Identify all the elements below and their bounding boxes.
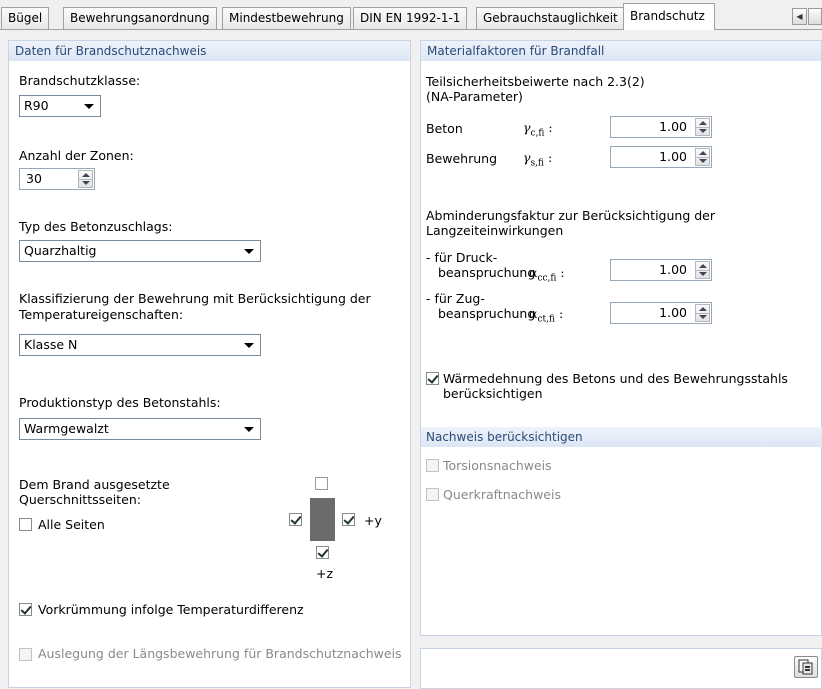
alpha-ct-symbol: αct,fi :: [529, 306, 564, 325]
cross-section-block: [310, 498, 335, 541]
gamma-s-symbol: γs,fi :: [523, 150, 553, 169]
axis-z-label: +z: [316, 566, 334, 581]
tab-din-en-1992[interactable]: DIN EN 1992-1-1: [353, 7, 468, 29]
tab-brandschutz[interactable]: Brandschutz: [623, 3, 715, 30]
chevron-down-icon: [244, 427, 254, 432]
tension-label-1: - für Zug-: [426, 291, 485, 306]
thermal-checkbox[interactable]: [426, 372, 439, 385]
alpha-cc-input[interactable]: 1.00: [610, 259, 712, 281]
reinf-class-value: Klasse N: [24, 337, 78, 352]
thermal-label-1: Wärmedehnung des Betons und des Bewehrun…: [443, 371, 788, 386]
side-right-checkbox[interactable]: [342, 513, 355, 526]
tension-label-2: beanspruchung: [438, 306, 536, 321]
reduction-label-1: Abminderungsfaktur zur Berücksichtigung …: [426, 208, 715, 223]
tab-scroll-left-icon[interactable]: ◀: [792, 8, 807, 25]
design-checkbox[interactable]: [19, 648, 32, 661]
production-value: Warmgewalzt: [24, 421, 109, 436]
design-label: Auslegung der Längsbewehrung für Brandsc…: [38, 646, 402, 661]
exposed-label-1: Dem Brand ausgesetzte: [19, 477, 170, 492]
panel-fire-data: Daten für Brandschutznachweis: [8, 40, 411, 688]
aggregate-value: Quarzhaltig: [24, 243, 97, 258]
spin-buttons-icon[interactable]: [695, 118, 710, 136]
tab-buegel[interactable]: Bügel: [1, 7, 50, 29]
compression-label-2: beanspruchung: [438, 265, 536, 280]
curvature-checkbox[interactable]: [19, 603, 32, 616]
side-top-checkbox[interactable]: [315, 477, 328, 490]
reinf-class-select[interactable]: Klasse N: [19, 334, 261, 356]
fire-class-select[interactable]: R90: [19, 95, 101, 117]
panel-material-factors-header: Materialfaktoren für Brandfall: [421, 41, 821, 61]
chevron-down-icon: [244, 249, 254, 254]
checks-header: Nachweis berücksichtigen: [421, 427, 822, 447]
production-label: Produktionstyp des Betonstahls:: [19, 395, 221, 410]
tab-mindestbewehrung[interactable]: Mindestbewehrung: [222, 7, 351, 29]
shear-label: Querkraftnachweis: [443, 487, 561, 502]
alpha-ct-value: 1.00: [659, 305, 687, 320]
zones-value: 30: [26, 171, 42, 186]
tab-bewehrungsanordnung[interactable]: Bewehrungsanordnung: [63, 7, 217, 29]
reduction-label-2: Langzeiteinwirkungen: [426, 223, 564, 238]
gamma-c-value: 1.00: [659, 119, 687, 134]
exposed-label-2: Querschnittsseiten:: [19, 492, 142, 507]
reinf-class-label-1: Klassifizierung der Bewehrung mit Berück…: [19, 291, 371, 306]
alpha-cc-value: 1.00: [659, 262, 687, 277]
tab-scroll-right-icon[interactable]: [808, 8, 822, 25]
zones-stepper[interactable]: 30: [19, 168, 95, 190]
reinf-label: Bewehrung: [426, 151, 498, 166]
aggregate-select[interactable]: Quarzhaltig: [19, 240, 261, 262]
safety-label-2: (NA-Parameter): [426, 89, 523, 104]
compression-label-1: - für Druck-: [426, 250, 498, 265]
spin-buttons-icon[interactable]: [695, 148, 710, 166]
safety-label-1: Teilsicherheitsbeiwerte nach 2.3(2): [426, 74, 645, 89]
torsion-label: Torsionsnachweis: [443, 458, 552, 473]
spin-buttons-icon[interactable]: [78, 170, 93, 188]
all-sides-checkbox[interactable]: [19, 518, 32, 531]
spin-buttons-icon[interactable]: [695, 261, 710, 279]
all-sides-label: Alle Seiten: [38, 517, 105, 532]
axis-y-label: +y: [364, 513, 382, 528]
gamma-c-symbol: γc,fi :: [523, 120, 553, 139]
gamma-c-input[interactable]: 1.00: [610, 116, 712, 138]
spin-buttons-icon[interactable]: [695, 304, 710, 322]
production-select[interactable]: Warmgewalzt: [19, 418, 261, 440]
gamma-s-value: 1.00: [659, 149, 687, 164]
thermal-label-2: berücksichtigen: [443, 386, 543, 401]
chevron-down-icon: [84, 104, 94, 109]
tab-gebrauchstauglichkeit[interactable]: Gebrauchstauglichkeit: [476, 7, 625, 29]
alpha-cc-symbol: αcc,fi :: [529, 265, 565, 284]
fire-class-value: R90: [24, 98, 49, 113]
curvature-label: Vorkrümmung infolge Temperaturdifferenz: [38, 602, 304, 617]
shear-checkbox[interactable]: [426, 488, 439, 501]
side-bottom-checkbox[interactable]: [316, 546, 329, 559]
concrete-label: Beton: [426, 121, 463, 136]
gamma-s-input[interactable]: 1.00: [610, 146, 712, 168]
chevron-down-icon: [244, 343, 254, 348]
side-left-checkbox[interactable]: [289, 513, 302, 526]
bottom-toolbar: [420, 648, 822, 689]
alpha-ct-input[interactable]: 1.00: [610, 302, 712, 324]
torsion-checkbox[interactable]: [426, 459, 439, 472]
reinf-class-label-2: Temperatureigenschaften:: [19, 307, 184, 322]
panel-fire-data-header: Daten für Brandschutznachweis: [9, 41, 410, 61]
aggregate-label: Typ des Betonzuschlags:: [19, 219, 173, 234]
fire-class-label: Brandschutzklasse:: [19, 73, 141, 88]
export-icon[interactable]: [794, 656, 818, 678]
zones-label: Anzahl der Zonen:: [19, 148, 134, 163]
